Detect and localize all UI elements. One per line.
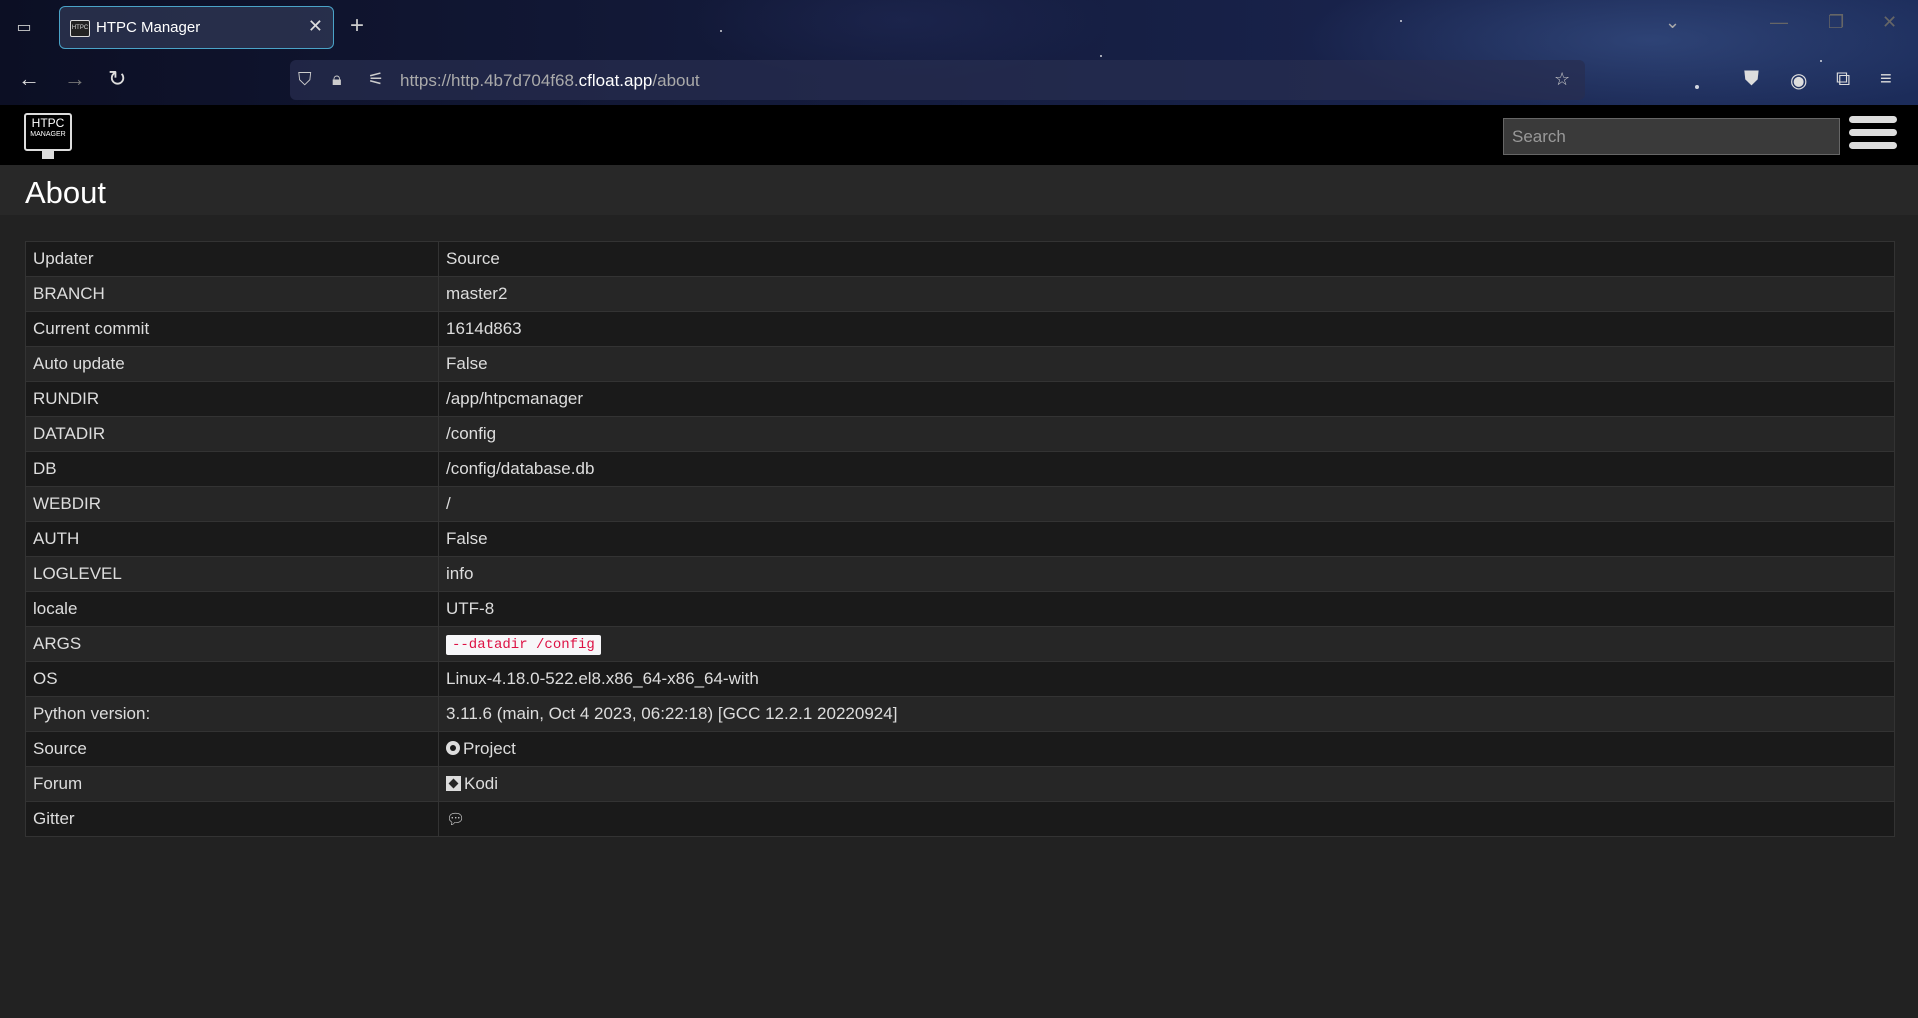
search-input[interactable] bbox=[1503, 118, 1840, 155]
table-row: RUNDIR/app/htpcmanager bbox=[25, 381, 1895, 417]
row-key: RUNDIR bbox=[25, 381, 439, 417]
account-icon[interactable]: ◉ bbox=[1790, 68, 1807, 93]
row-value: Source bbox=[438, 241, 1895, 277]
star-icon[interactable]: ☆ bbox=[1554, 69, 1570, 90]
row-key: OS bbox=[25, 661, 439, 697]
forward-icon[interactable]: → bbox=[64, 66, 86, 92]
row-key: LOGLEVEL bbox=[25, 556, 439, 592]
table-row: OS Linux-4.18.0-522.el8.x86_64-x86_64-wit… bbox=[25, 661, 1895, 697]
row-key: Updater bbox=[25, 241, 439, 277]
background-star bbox=[720, 30, 722, 32]
lock-icon[interactable]: 🔒︎ bbox=[332, 69, 342, 90]
shield-icon[interactable]: ⛉ bbox=[298, 69, 312, 90]
about-table: Updater Source BRANCH master2 Current commit… bbox=[25, 241, 1895, 837]
table-row: Python version: 3.11.6 (main, Oct 4 2023,… bbox=[25, 696, 1895, 732]
page-title: About bbox=[25, 175, 107, 210]
background-star bbox=[1820, 60, 1822, 62]
table-row: DATADIR/config bbox=[25, 416, 1895, 452]
kodi-icon bbox=[446, 776, 461, 791]
table-row: Updater Source bbox=[25, 241, 1895, 277]
pocket-icon[interactable]: ⛊ bbox=[1744, 68, 1759, 91]
url-bar[interactable]: ⛉ 🔒︎ ⚟ https://http.4b7d704f68.cfloat.ap… bbox=[290, 60, 1585, 100]
row-key: DB bbox=[25, 451, 439, 487]
row-key: Auto update bbox=[25, 346, 439, 382]
row-value: /app/htpcmanager bbox=[438, 381, 1895, 417]
row-key: AUTH bbox=[25, 521, 439, 557]
table-row: Source Project bbox=[25, 731, 1895, 767]
row-value: / bbox=[438, 486, 1895, 522]
kodi-forum-link[interactable]: Kodi bbox=[446, 774, 498, 793]
row-value: Kodi bbox=[438, 766, 1895, 802]
tab-title: HTPC Manager bbox=[96, 19, 201, 36]
background-star bbox=[1100, 55, 1102, 57]
reload-icon[interactable]: ↻ bbox=[108, 66, 126, 92]
tab-favicon-icon: HTPC bbox=[70, 20, 90, 37]
table-row: Auto update False bbox=[25, 346, 1895, 382]
permissions-icon[interactable]: ⚟ bbox=[368, 69, 384, 90]
row-value: 3.11.6 (main, Oct 4 2023, 06:22:18) [GCC… bbox=[438, 696, 1895, 732]
tab-overflow-icon[interactable]: ⌄ bbox=[1665, 12, 1680, 33]
row-key: locale bbox=[25, 591, 439, 627]
row-value: master2 bbox=[438, 276, 1895, 312]
row-value: 💬︎ bbox=[438, 801, 1895, 837]
row-key: Source bbox=[25, 731, 439, 767]
row-key: ARGS bbox=[25, 626, 439, 662]
tab-list-icon[interactable]: ▭ bbox=[10, 16, 38, 40]
row-key: WEBDIR bbox=[25, 486, 439, 522]
row-key: DATADIR bbox=[25, 416, 439, 452]
browser-tab[interactable]: HTPC HTPC Manager ✕ bbox=[59, 6, 334, 49]
row-value: UTF-8 bbox=[438, 591, 1895, 627]
row-value: False bbox=[438, 346, 1895, 382]
row-key: Gitter bbox=[25, 801, 439, 837]
close-window-icon[interactable]: ✕ bbox=[1882, 12, 1897, 33]
minimize-icon[interactable]: — bbox=[1770, 12, 1788, 33]
page-header: About bbox=[0, 165, 1918, 215]
row-value: --datadir /config bbox=[438, 626, 1895, 662]
args-code: --datadir /config bbox=[446, 635, 601, 655]
background-star bbox=[1695, 85, 1699, 89]
row-key: Forum bbox=[25, 766, 439, 802]
table-row: BRANCH master2 bbox=[25, 276, 1895, 312]
menu-icon[interactable]: ≡ bbox=[1880, 68, 1892, 91]
new-tab-icon[interactable]: + bbox=[350, 12, 364, 40]
chat-icon[interactable]: 💬︎ bbox=[446, 811, 465, 828]
restore-icon[interactable]: ❐ bbox=[1828, 12, 1844, 33]
row-value: 1614d863 bbox=[438, 311, 1895, 347]
logo-stand bbox=[42, 151, 54, 159]
table-row: WEBDIR / bbox=[25, 486, 1895, 522]
table-row: Current commit 1614d863 bbox=[25, 311, 1895, 347]
kodi-link-label: Kodi bbox=[464, 774, 499, 793]
row-value: info bbox=[438, 556, 1895, 592]
logo-text-top: HTPC bbox=[31, 116, 65, 130]
app-navbar: HTPC MANAGER bbox=[0, 105, 1918, 165]
github-icon bbox=[446, 741, 460, 755]
row-value: /config/database.db bbox=[438, 451, 1895, 487]
table-row: ARGS --datadir /config bbox=[25, 626, 1895, 662]
background-star bbox=[1400, 20, 1402, 22]
row-value: /config bbox=[438, 416, 1895, 452]
row-value: False bbox=[438, 521, 1895, 557]
table-row: locale UTF-8 bbox=[25, 591, 1895, 627]
row-key: BRANCH bbox=[25, 276, 439, 312]
row-key: Python version: bbox=[25, 696, 439, 732]
table-row: Forum Kodi bbox=[25, 766, 1895, 802]
back-icon[interactable]: ← bbox=[18, 66, 40, 92]
table-row: LOGLEVEL info bbox=[25, 556, 1895, 592]
project-link-label: Project bbox=[463, 739, 516, 758]
logo-text-bottom: MANAGER bbox=[30, 131, 66, 138]
table-row: AUTH False bbox=[25, 521, 1895, 557]
project-link[interactable]: Project bbox=[446, 739, 516, 758]
tab-close-icon[interactable]: ✕ bbox=[308, 16, 323, 37]
browser-chrome: ▭ HTPC HTPC Manager ✕ + ⌄ — ❐ ✕ ← → ↻ ⛉ … bbox=[0, 0, 1918, 105]
table-row: Gitter 💬︎ bbox=[25, 801, 1895, 837]
hamburger-menu-button[interactable] bbox=[1849, 116, 1897, 158]
row-key: Current commit bbox=[25, 311, 439, 347]
url-text[interactable]: https://http.4b7d704f68.cfloat.app/about bbox=[400, 71, 700, 91]
extensions-icon[interactable]: ⧉ bbox=[1836, 68, 1850, 91]
table-row: DB/config/database.db bbox=[25, 451, 1895, 487]
htpc-logo[interactable]: HTPC MANAGER bbox=[24, 113, 72, 151]
row-value: Project bbox=[438, 731, 1895, 767]
row-value: Linux-4.18.0-522.el8.x86_64-x86_64-with bbox=[438, 661, 1895, 697]
